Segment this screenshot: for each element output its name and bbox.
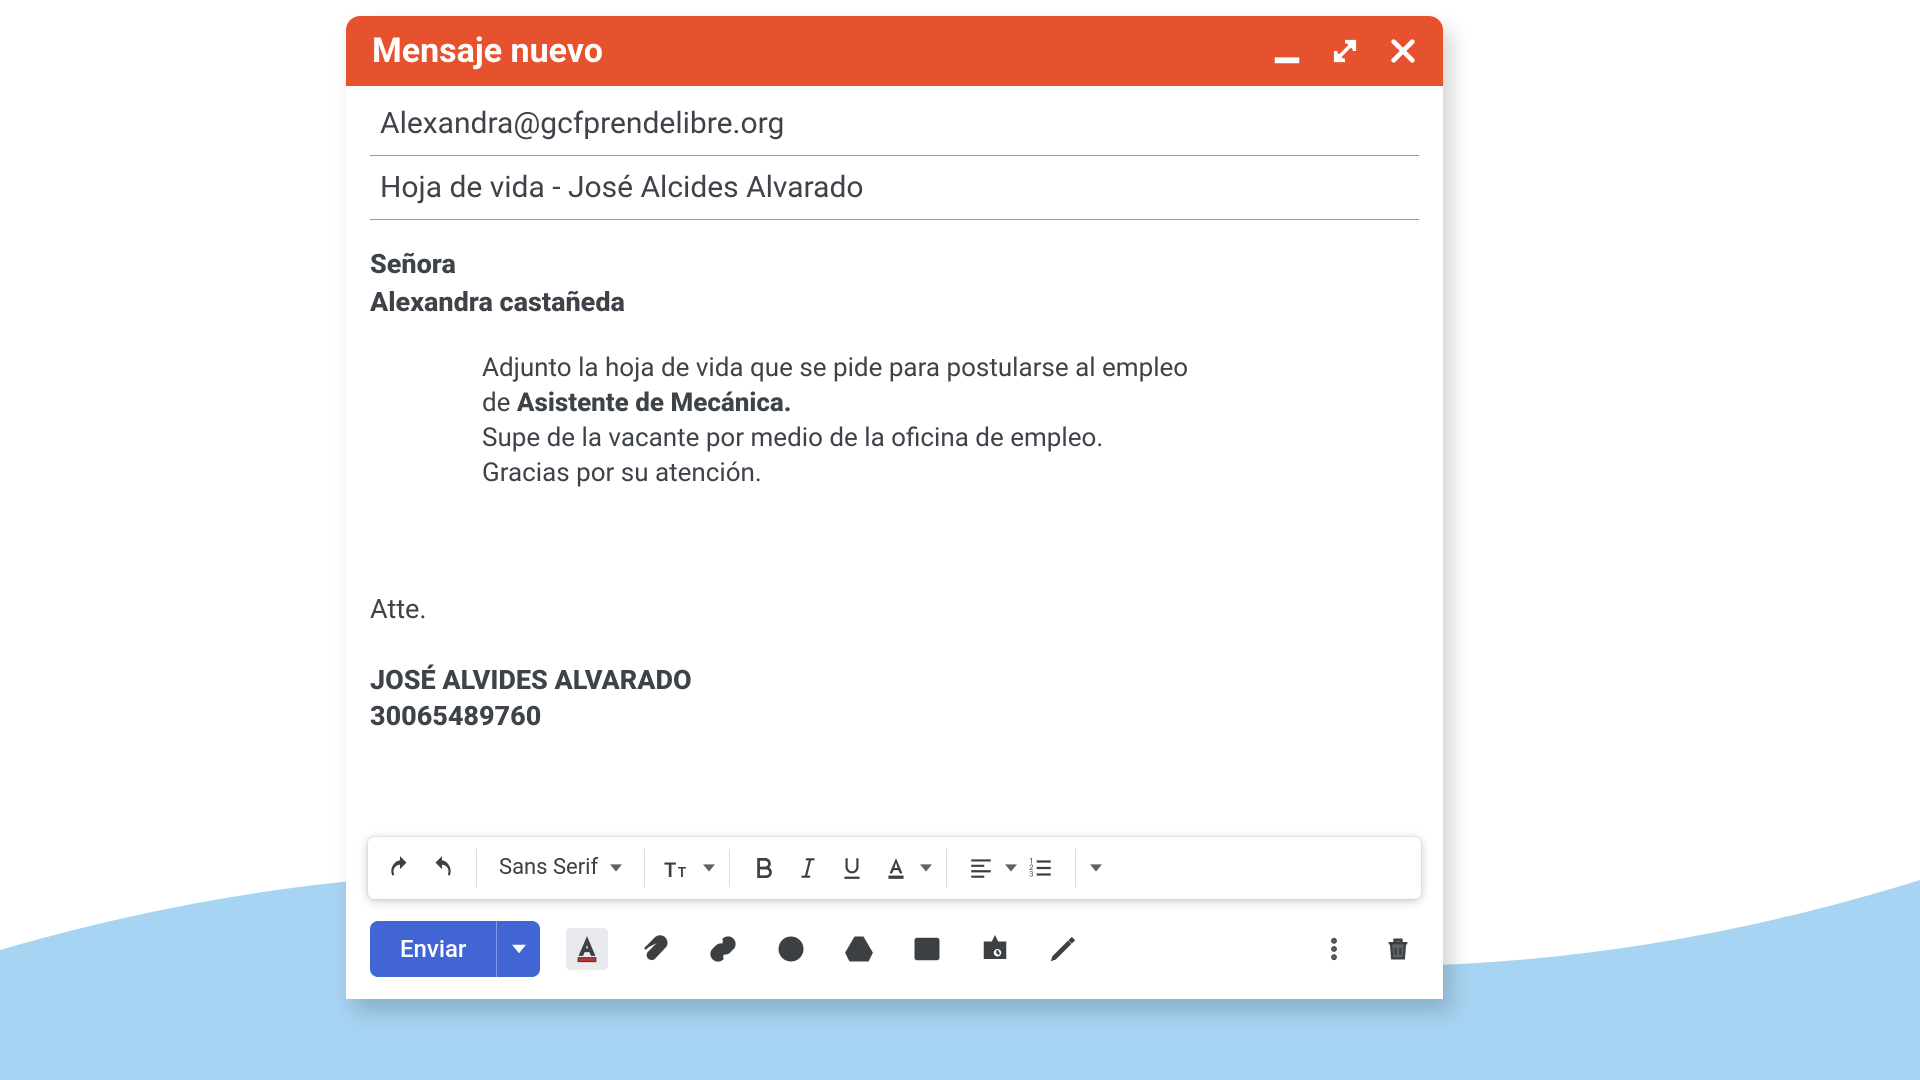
minimize-icon[interactable] xyxy=(1273,37,1301,65)
toolbar-separator xyxy=(729,849,730,887)
bold-icon[interactable] xyxy=(744,846,784,890)
emoji-icon[interactable] xyxy=(770,928,812,970)
chevron-down-icon[interactable] xyxy=(920,862,932,874)
toolbar-separator xyxy=(476,849,477,887)
right-action-icons xyxy=(1313,928,1419,970)
greeting-name: Alexandra castañeda xyxy=(370,284,1419,320)
compose-window: Mensaje nuevo Alexandra@gcfprendelibre.o… xyxy=(346,16,1443,999)
send-button[interactable]: Enviar xyxy=(370,921,496,977)
svg-text:T: T xyxy=(664,857,676,881)
para-text-2: Supe de la vacante por medio de la ofici… xyxy=(482,423,1103,453)
subject-field[interactable]: Hoja de vida - José Alcides Alvarado xyxy=(370,156,1419,220)
text-format-icon[interactable] xyxy=(566,928,608,970)
signature-phone: 30065489760 xyxy=(370,698,1419,734)
compose-title: Mensaje nuevo xyxy=(372,31,603,71)
more-options-icon[interactable] xyxy=(1313,928,1355,970)
italic-icon[interactable] xyxy=(788,846,828,890)
toolbar-separator xyxy=(644,849,645,887)
redo-icon[interactable] xyxy=(422,846,462,890)
image-icon[interactable] xyxy=(906,928,948,970)
svg-text:T: T xyxy=(678,864,687,880)
close-icon[interactable] xyxy=(1389,37,1417,65)
font-family-select[interactable]: Sans Serif xyxy=(491,855,630,880)
font-size-icon[interactable]: TT xyxy=(659,846,699,890)
compose-header: Mensaje nuevo xyxy=(346,16,1443,86)
formatting-toolbar: Sans Serif TT 123 xyxy=(368,837,1421,899)
greeting-title: Señora xyxy=(370,246,1419,282)
closing: Atte. xyxy=(370,591,1419,627)
svg-text:3: 3 xyxy=(1029,869,1033,878)
para-text-3: Gracias por su atención. xyxy=(482,458,762,488)
align-icon[interactable] xyxy=(961,846,1001,890)
chevron-down-icon xyxy=(610,862,622,874)
schedule-icon[interactable] xyxy=(974,928,1016,970)
send-more-button[interactable] xyxy=(496,921,540,977)
body-paragraph: Adjunto la hoja de vida que se pide para… xyxy=(370,321,1200,491)
link-icon[interactable] xyxy=(702,928,744,970)
drive-icon[interactable] xyxy=(838,928,880,970)
chevron-down-icon[interactable] xyxy=(703,862,715,874)
toolbar-separator xyxy=(1075,849,1076,887)
undo-icon[interactable] xyxy=(380,846,420,890)
compose-action-icons xyxy=(566,928,1084,970)
signature-name: JOSÉ ALVIDES ALVARADO xyxy=(370,662,1419,698)
para-bold: Asistente de Mecánica. xyxy=(517,388,792,418)
chevron-down-icon[interactable] xyxy=(1090,862,1102,874)
to-field[interactable]: Alexandra@gcfprendelibre.org xyxy=(370,92,1419,156)
compose-body[interactable]: Señora Alexandra castañeda Adjunto la ho… xyxy=(346,220,1443,747)
underline-icon[interactable] xyxy=(832,846,872,890)
attachment-icon[interactable] xyxy=(634,928,676,970)
text-color-icon[interactable] xyxy=(876,846,916,890)
send-button-group: Enviar xyxy=(370,921,540,977)
expand-icon[interactable] xyxy=(1331,37,1359,65)
compose-fields: Alexandra@gcfprendelibre.org Hoja de vid… xyxy=(346,86,1443,220)
chevron-down-icon[interactable] xyxy=(1005,862,1017,874)
trash-icon[interactable] xyxy=(1377,928,1419,970)
numbered-list-icon[interactable]: 123 xyxy=(1021,846,1061,890)
window-controls-group xyxy=(1273,37,1417,65)
toolbar-separator xyxy=(946,849,947,887)
pen-icon[interactable] xyxy=(1042,928,1084,970)
action-bar: Enviar xyxy=(346,899,1443,999)
font-family-label: Sans Serif xyxy=(499,855,598,880)
